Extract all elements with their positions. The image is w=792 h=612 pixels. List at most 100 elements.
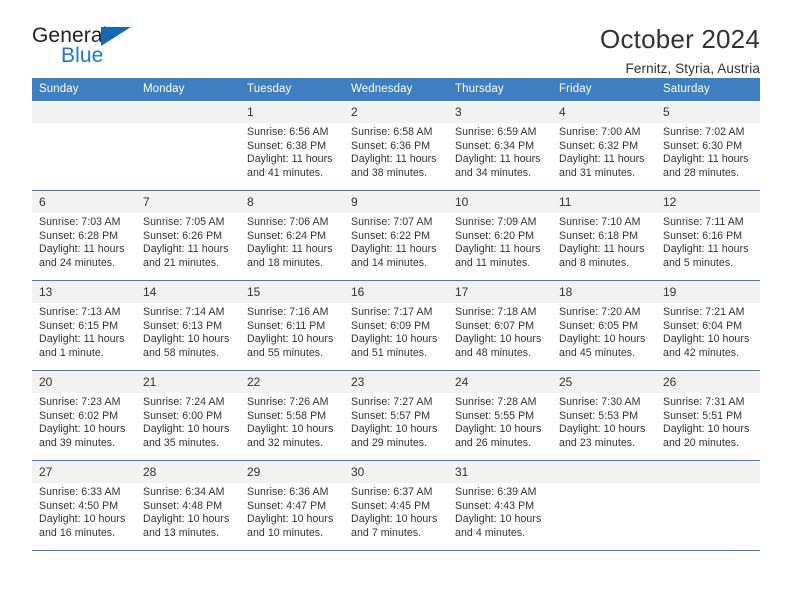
calendar-day-cell[interactable]: 4 Sunrise: 7:00 AM Sunset: 6:32 PM Daylight… xyxy=(552,101,656,191)
calendar-day-cell[interactable]: 21 Sunrise: 7:24 AM Sunset: 6:00 PM Dayligh… xyxy=(136,370,240,461)
daylight-text-line1: Daylight: 10 hours xyxy=(351,513,438,526)
sunrise-text: Sunrise: 7:28 AM xyxy=(455,396,537,408)
calendar-day-cell[interactable]: 18 Sunrise: 7:20 AM Sunset: 6:05 PM Dayligh… xyxy=(552,280,656,371)
sunrise-text: Sunrise: 7:18 AM xyxy=(455,306,537,318)
daylight-text-line1: Daylight: 10 hours xyxy=(351,333,438,346)
calendar-week-row: 27 Sunrise: 6:33 AM Sunset: 4:50 PM Dayligh… xyxy=(32,460,760,551)
daylight-text-line1: Daylight: 11 hours xyxy=(351,153,437,166)
calendar-day-cell[interactable]: 3 Sunrise: 6:59 AM Sunset: 6:34 PM Daylight… xyxy=(448,101,552,191)
day-details: Sunrise: 7:21 AM Sunset: 6:04 PM Daylight:… xyxy=(656,303,760,360)
calendar-day-cell[interactable]: 22 Sunrise: 7:26 AM Sunset: 5:58 PM Dayligh… xyxy=(240,370,344,461)
calendar-day-cell[interactable]: 20 Sunrise: 7:23 AM Sunset: 6:02 PM Dayligh… xyxy=(32,370,136,461)
calendar-day-cell[interactable]: 15 Sunrise: 7:16 AM Sunset: 6:11 PM Dayligh… xyxy=(240,280,344,371)
calendar-day-cell[interactable]: 14 Sunrise: 7:14 AM Sunset: 6:13 PM Dayligh… xyxy=(136,280,240,371)
day-number: 16 xyxy=(344,281,448,303)
weekday-header-tuesday: Tuesday xyxy=(240,78,344,101)
day-details: Sunrise: 7:30 AM Sunset: 5:53 PM Daylight:… xyxy=(552,393,656,450)
calendar-day-cell[interactable]: 17 Sunrise: 7:18 AM Sunset: 6:07 PM Dayligh… xyxy=(448,280,552,371)
calendar-day-cell[interactable]: 8 Sunrise: 7:06 AM Sunset: 6:24 PM Daylight… xyxy=(240,190,344,281)
calendar-day-cell[interactable]: 1 Sunrise: 6:56 AM Sunset: 6:38 PM Daylight… xyxy=(240,101,344,191)
daylight-text-line1: Daylight: 10 hours xyxy=(143,513,230,526)
generalblue-logo[interactable]: General Blue xyxy=(32,24,150,72)
day-details: Sunrise: 7:07 AM Sunset: 6:22 PM Daylight:… xyxy=(344,213,448,270)
daylight-text-line1: Daylight: 10 hours xyxy=(663,423,750,436)
calendar-day-cell[interactable]: 31 Sunrise: 6:39 AM Sunset: 4:43 PM Dayligh… xyxy=(448,460,552,551)
sunset-text: Sunset: 4:50 PM xyxy=(39,499,119,512)
calendar-day-cell[interactable]: 7 Sunrise: 7:05 AM Sunset: 6:26 PM Daylight… xyxy=(136,190,240,281)
day-number: 28 xyxy=(136,461,240,483)
sunrise-text: Sunrise: 6:33 AM xyxy=(39,486,121,498)
calendar-day-cell[interactable]: 2 Sunrise: 6:58 AM Sunset: 6:36 PM Daylight… xyxy=(344,101,448,191)
calendar-day-cell[interactable]: 28 Sunrise: 6:34 AM Sunset: 4:48 PM Dayligh… xyxy=(136,460,240,551)
calendar-day-cell-empty xyxy=(32,101,136,191)
day-details: Sunrise: 7:28 AM Sunset: 5:55 PM Daylight:… xyxy=(448,393,552,450)
sunset-text: Sunset: 4:47 PM xyxy=(247,499,327,512)
calendar-day-cell[interactable]: 26 Sunrise: 7:31 AM Sunset: 5:51 PM Dayligh… xyxy=(656,370,760,461)
day-details: Sunrise: 7:16 AM Sunset: 6:11 PM Daylight:… xyxy=(240,303,344,360)
sunrise-text: Sunrise: 7:02 AM xyxy=(663,126,745,138)
calendar-day-cell[interactable]: 25 Sunrise: 7:30 AM Sunset: 5:53 PM Dayligh… xyxy=(552,370,656,461)
daylight-text-line2: and 24 minutes. xyxy=(39,256,116,269)
sunrise-text: Sunrise: 7:23 AM xyxy=(39,396,121,408)
day-details: Sunrise: 7:26 AM Sunset: 5:58 PM Daylight:… xyxy=(240,393,344,450)
day-details: Sunrise: 7:18 AM Sunset: 6:07 PM Daylight:… xyxy=(448,303,552,360)
calendar-day-cell[interactable]: 29 Sunrise: 6:36 AM Sunset: 4:47 PM Dayligh… xyxy=(240,460,344,551)
daylight-text-line1: Daylight: 10 hours xyxy=(143,423,230,436)
day-number: 7 xyxy=(136,191,240,213)
calendar-day-cell[interactable]: 19 Sunrise: 7:21 AM Sunset: 6:04 PM Dayligh… xyxy=(656,280,760,371)
calendar-day-cell[interactable]: 13 Sunrise: 7:13 AM Sunset: 6:15 PM Dayligh… xyxy=(32,280,136,371)
day-number: 10 xyxy=(448,191,552,213)
day-number: 15 xyxy=(240,281,344,303)
daylight-text-line2: and 13 minutes. xyxy=(143,526,220,539)
day-details: Sunrise: 7:06 AM Sunset: 6:24 PM Daylight:… xyxy=(240,213,344,270)
sunset-text: Sunset: 6:24 PM xyxy=(247,229,327,242)
daylight-text-line2: and 11 minutes. xyxy=(455,256,531,269)
day-details: Sunrise: 6:34 AM Sunset: 4:48 PM Daylight:… xyxy=(136,483,240,540)
calendar-day-cell[interactable]: 30 Sunrise: 6:37 AM Sunset: 4:45 PM Dayligh… xyxy=(344,460,448,551)
sunset-text: Sunset: 6:00 PM xyxy=(143,409,223,422)
sunrise-text: Sunrise: 6:36 AM xyxy=(247,486,329,498)
calendar-body: 1 Sunrise: 6:56 AM Sunset: 6:38 PM Daylight… xyxy=(32,101,760,551)
day-details: Sunrise: 7:13 AM Sunset: 6:15 PM Daylight:… xyxy=(32,303,136,360)
calendar-day-cell[interactable]: 10 Sunrise: 7:09 AM Sunset: 6:20 PM Dayligh… xyxy=(448,190,552,281)
daylight-text-line2: and 29 minutes. xyxy=(351,436,428,449)
calendar-day-cell[interactable]: 24 Sunrise: 7:28 AM Sunset: 5:55 PM Dayligh… xyxy=(448,370,552,461)
sunrise-text: Sunrise: 7:06 AM xyxy=(247,216,329,228)
sunset-text: Sunset: 6:05 PM xyxy=(559,319,639,332)
sunrise-text: Sunrise: 6:34 AM xyxy=(143,486,225,498)
daylight-text-line1: Daylight: 10 hours xyxy=(247,513,334,526)
weekday-header-friday: Friday xyxy=(552,78,656,101)
sunset-text: Sunset: 6:34 PM xyxy=(455,139,535,152)
calendar-day-cell[interactable]: 6 Sunrise: 7:03 AM Sunset: 6:28 PM Daylight… xyxy=(32,190,136,281)
calendar-day-cell[interactable]: 12 Sunrise: 7:11 AM Sunset: 6:16 PM Dayligh… xyxy=(656,190,760,281)
daylight-text-line1: Daylight: 11 hours xyxy=(559,243,645,256)
day-number: 26 xyxy=(656,371,760,393)
sunrise-text: Sunrise: 7:26 AM xyxy=(247,396,329,408)
daylight-text-line2: and 14 minutes. xyxy=(351,256,428,269)
day-details: Sunrise: 7:00 AM Sunset: 6:32 PM Daylight:… xyxy=(552,123,656,180)
sunset-text: Sunset: 6:38 PM xyxy=(247,139,327,152)
daylight-text-line2: and 51 minutes. xyxy=(351,346,428,359)
calendar-day-cell[interactable]: 11 Sunrise: 7:10 AM Sunset: 6:18 PM Dayligh… xyxy=(552,190,656,281)
daylight-text-line2: and 58 minutes. xyxy=(143,346,220,359)
weekday-header-thursday: Thursday xyxy=(448,78,552,101)
day-number xyxy=(32,101,136,123)
daylight-text-line1: Daylight: 10 hours xyxy=(559,423,646,436)
calendar-day-cell[interactable]: 16 Sunrise: 7:17 AM Sunset: 6:09 PM Dayligh… xyxy=(344,280,448,371)
daylight-text-line1: Daylight: 10 hours xyxy=(351,423,438,436)
sunset-text: Sunset: 5:51 PM xyxy=(663,409,743,422)
daylight-text-line1: Daylight: 10 hours xyxy=(559,333,646,346)
day-details: Sunrise: 7:10 AM Sunset: 6:18 PM Daylight:… xyxy=(552,213,656,270)
sunset-text: Sunset: 4:43 PM xyxy=(455,499,535,512)
calendar-day-cell[interactable]: 5 Sunrise: 7:02 AM Sunset: 6:30 PM Daylight… xyxy=(656,101,760,191)
logo-text-blue: Blue xyxy=(61,44,104,67)
calendar-day-cell[interactable]: 27 Sunrise: 6:33 AM Sunset: 4:50 PM Dayligh… xyxy=(32,460,136,551)
sunrise-text: Sunrise: 7:13 AM xyxy=(39,306,121,318)
sunrise-text: Sunrise: 7:07 AM xyxy=(351,216,433,228)
daylight-text-line2: and 23 minutes. xyxy=(559,436,636,449)
daylight-text-line2: and 39 minutes. xyxy=(39,436,116,449)
daylight-text-line2: and 48 minutes. xyxy=(455,346,532,359)
day-number: 25 xyxy=(552,371,656,393)
calendar-day-cell[interactable]: 9 Sunrise: 7:07 AM Sunset: 6:22 PM Daylight… xyxy=(344,190,448,281)
calendar-day-cell[interactable]: 23 Sunrise: 7:27 AM Sunset: 5:57 PM Dayligh… xyxy=(344,370,448,461)
